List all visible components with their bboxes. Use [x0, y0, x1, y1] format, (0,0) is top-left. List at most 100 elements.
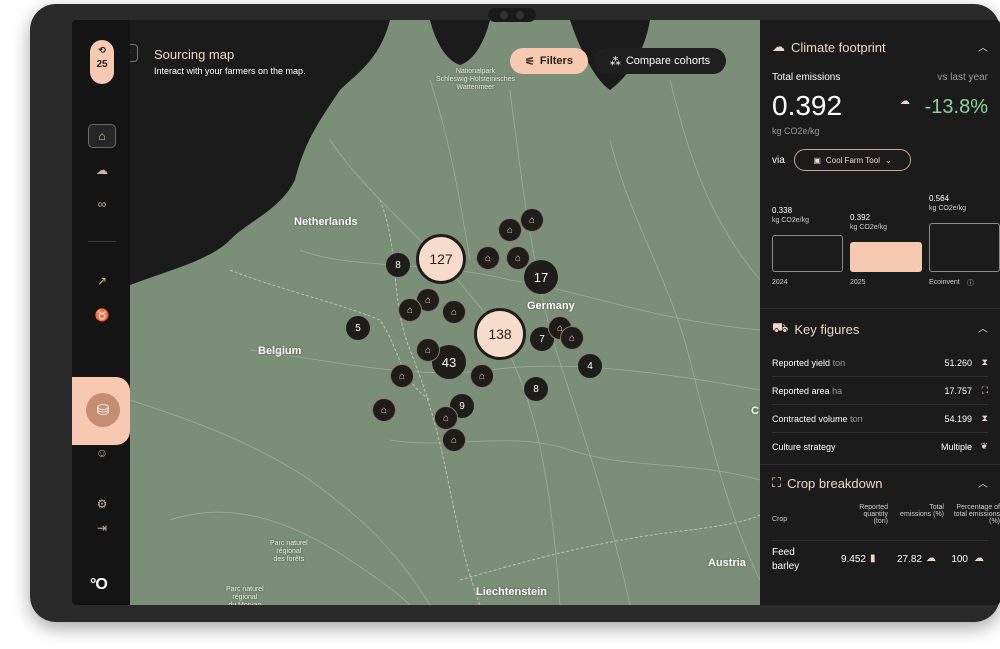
vs-last-year-label: vs last year: [937, 72, 988, 83]
area-icon: ⛶: [981, 385, 988, 395]
cluster-8a[interactable]: 8: [386, 253, 410, 277]
farm-pin[interactable]: ⌂: [434, 406, 458, 430]
farm-icon: ⌂: [450, 434, 458, 446]
cluster-138[interactable]: 138: [474, 308, 526, 360]
farm-icon: ⌂: [514, 252, 522, 264]
chevron-up-icon[interactable]: ︿: [978, 320, 988, 335]
emissions-unit: kg CO2e/kg: [772, 126, 820, 136]
farm-icon: ⌂: [506, 224, 514, 236]
year-selector[interactable]: ⟲ 25: [90, 40, 114, 84]
bar-2024-value: 0.338: [772, 206, 793, 215]
label-austria: Austria: [708, 557, 746, 569]
farm-pin[interactable]: ⌂: [520, 208, 544, 232]
bar-2024-label: 2024: [772, 279, 788, 286]
key-figures-header[interactable]: ⛟ Key figures ︿: [772, 320, 988, 338]
farm-pin[interactable]: ⌂: [416, 338, 440, 362]
label-belgium: Belgium: [258, 345, 302, 357]
bar-2025-unit: kg CO2e/kg: [850, 224, 887, 231]
crop-icon: ⛶: [772, 475, 782, 490]
rail-map-button[interactable]: ⌂: [88, 124, 116, 148]
left-rail: ⟲ 25 ⌂ ☁ ∞ ↗ ♉ ⛁ ☺ ⚙ ⇥ °O: [72, 20, 130, 605]
cloud-icon: ☁: [926, 553, 936, 564]
methodology-select[interactable]: ▣ Cool Farm Tool ⌄: [794, 149, 911, 171]
chevron-right-icon: ›: [130, 47, 131, 58]
section-divider: [760, 464, 1000, 465]
farm-pin[interactable]: ⌂: [560, 326, 584, 350]
farm-pin[interactable]: ⌂: [372, 398, 396, 422]
rail-account-button[interactable]: ☺: [88, 441, 116, 465]
kf-unit: ha: [832, 386, 843, 396]
rail-trend-button[interactable]: ↗: [88, 269, 116, 293]
crop-name: Feed barley: [772, 547, 800, 572]
farm-pin[interactable]: ⌂: [442, 300, 466, 324]
farm-icon: ⌂: [442, 412, 450, 424]
cluster-127[interactable]: 127: [416, 234, 466, 284]
rail-link-button[interactable]: ∞: [88, 192, 116, 216]
bar-chart-icon: ▮: [870, 553, 876, 564]
map-subtitle: Interact with your farmers on the map.: [154, 66, 306, 76]
rail-active-tab[interactable]: ⛁: [72, 377, 130, 445]
cluster-17[interactable]: 17: [524, 260, 558, 294]
app-screen: ⟲ 25 ⌂ ☁ ∞ ↗ ♉ ⛁ ☺ ⚙ ⇥ °O Sourcing map I…: [72, 20, 1000, 605]
scale-icon: ⧗: [981, 413, 988, 423]
logout-icon: ⇥: [96, 521, 108, 535]
total-emissions-value: 0.392: [772, 90, 843, 121]
insights-panel: ☁ Climate footprint ︿ Total emissions vs…: [760, 20, 1000, 605]
kf-unit: ton: [850, 414, 863, 424]
tractor-icon: ⛟: [772, 320, 789, 335]
rail-climate-button[interactable]: ☁: [88, 158, 116, 182]
crop-title: Crop breakdown: [787, 475, 883, 491]
kf-value: 51.260: [944, 358, 972, 368]
label-liechtenstein: Liechtenstein: [476, 586, 547, 598]
map-title: Sourcing map: [154, 47, 235, 62]
crop-breakdown-header[interactable]: ⛶ Crop breakdown ︿: [772, 475, 988, 491]
farm-pin[interactable]: ⌂: [390, 364, 414, 388]
emissions-delta: -13.8%: [924, 96, 988, 118]
kf-value: Multiple: [940, 442, 972, 452]
key-figure-row: Culture strategy Multiple ❦: [772, 433, 988, 461]
cluster-8b[interactable]: 8: [524, 377, 548, 401]
farm-icon: ⌂: [398, 370, 406, 382]
farm-icon: ⌂: [424, 344, 432, 356]
bar-ecoinvent-label: Ecoinvent: [929, 279, 960, 286]
chevron-up-icon[interactable]: ︿: [978, 39, 988, 54]
farm-pin[interactable]: ⌂: [398, 298, 422, 322]
chevron-up-icon[interactable]: ︿: [978, 475, 988, 490]
compare-cohorts-button[interactable]: ⁂ Compare cohorts: [594, 48, 726, 74]
year-label: 25: [96, 59, 108, 70]
bar-2024: [772, 235, 843, 272]
farm-pin[interactable]: ⌂: [476, 246, 500, 270]
rail-logout-button[interactable]: ⇥: [88, 516, 116, 540]
farm-icon: ⌂: [568, 332, 576, 344]
label-nationalpark: Nationalpark Schleswig-Holsteinisches Watt…: [436, 68, 515, 91]
sourcing-map[interactable]: › Sourcing map Interact with your farmer…: [130, 20, 760, 605]
label-foret: Parc naturel régional des forêts: [270, 540, 308, 563]
rail-divider: [88, 241, 116, 242]
farm-pin[interactable]: ⌂: [506, 246, 530, 270]
rail-settings-button[interactable]: ⚙: [88, 492, 116, 516]
cloud-icon: ☁: [772, 39, 785, 54]
crop-emissions: 27.82: [896, 554, 922, 565]
via-label: via: [772, 155, 785, 166]
farm-icon: ⌂: [478, 370, 486, 382]
farm-pin[interactable]: ⌂: [498, 218, 522, 242]
cluster-5[interactable]: 5: [346, 316, 370, 340]
emissions-col-header: Total emissions (%): [900, 504, 944, 518]
scale-icon: ⧗: [981, 357, 988, 367]
info-icon[interactable]: ⓘ: [967, 278, 974, 288]
quantity-col-header: Reported quantity (ton): [859, 504, 888, 525]
expand-rail-button[interactable]: ›: [130, 44, 138, 62]
cluster-4[interactable]: 4: [578, 354, 602, 378]
climate-header[interactable]: ☁ Climate footprint ︿: [772, 39, 988, 55]
section-divider: [760, 308, 1000, 309]
rail-livestock-button[interactable]: ♉: [88, 303, 116, 327]
farm-pin[interactable]: ⌂: [442, 428, 466, 452]
bar-ecoinvent-unit: kg CO2e/kg: [929, 205, 966, 212]
history-icon: ⟲: [98, 45, 106, 55]
total-emissions-label: Total emissions: [772, 72, 841, 83]
bar-ecoinvent: [929, 223, 1000, 272]
filters-button[interactable]: ⚟ Filters: [510, 48, 588, 74]
farm-pin[interactable]: ⌂: [470, 364, 494, 388]
brand-logo: °O: [90, 576, 108, 593]
farm-icon: ⌂: [424, 294, 432, 306]
